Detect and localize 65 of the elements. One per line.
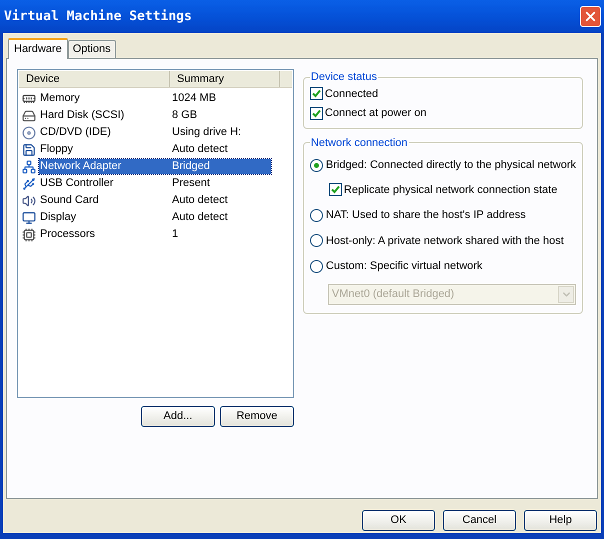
radio-label: Host-only: A private network shared with the host <box>326 234 564 248</box>
table-cell-text: Network Adapter <box>39 159 122 174</box>
close-icon <box>583 9 598 24</box>
column-header[interactable]: Summary <box>170 71 280 87</box>
hard-drive-icon <box>22 108 36 122</box>
checkbox-label: Connected <box>324 86 378 102</box>
window-title: Virtual Machine Settings <box>4 8 192 26</box>
device-row[interactable]: USB Controller Present <box>39 176 271 191</box>
close-button[interactable] <box>580 6 601 27</box>
checkbox-label: Connect at power on <box>324 106 426 121</box>
checkbox[interactable] <box>310 106 323 120</box>
table-cell-text: Present <box>172 176 210 192</box>
device-row[interactable]: CD/DVD (IDE) Using drive H: <box>39 125 271 140</box>
table-cell-text: Memory <box>39 91 81 106</box>
monitor-icon <box>22 210 36 224</box>
column-header[interactable]: Device <box>19 71 170 87</box>
group-title: Device status <box>310 70 378 85</box>
table-cell-text: Auto detect <box>172 142 228 158</box>
cancel-button[interactable]: Cancel <box>443 510 516 531</box>
tab[interactable]: Options <box>68 40 116 58</box>
checkbox[interactable] <box>328 183 342 196</box>
table-cell-text: Auto detect <box>172 193 228 208</box>
table-cell-text: Using drive H: <box>172 125 242 140</box>
table-cell-text: USB Controller <box>39 176 114 192</box>
radio-label: Custom: Specific virtual network <box>326 259 482 274</box>
processor-chip-icon <box>22 228 36 242</box>
remove-button[interactable]: Remove <box>220 406 294 427</box>
help-button[interactable]: Help <box>524 510 597 531</box>
checkbox[interactable] <box>310 87 323 100</box>
radio-button[interactable] <box>310 260 323 273</box>
radio-label: Bridged: Connected directly to the physical network <box>326 158 576 173</box>
device-row[interactable]: Display Auto detect <box>39 210 271 225</box>
device-row[interactable]: Network Adapter Bridged <box>39 159 271 174</box>
table-cell-text: 1024 MB <box>172 91 216 106</box>
add-button[interactable]: Add... <box>140 406 215 427</box>
usb-icon <box>22 176 36 190</box>
table-cell-text: 8 GB <box>172 108 198 124</box>
table-cell-text: Processors <box>39 227 96 242</box>
table-cell-text: 1 <box>172 227 178 242</box>
checkbox-label: Replicate physical network connection state <box>344 182 558 198</box>
radio-button[interactable] <box>310 208 323 222</box>
speaker-icon <box>22 194 36 208</box>
network-icon <box>22 160 36 174</box>
table-cell-text: Bridged <box>172 159 210 174</box>
device-row[interactable]: Sound Card Auto detect <box>39 193 271 208</box>
group-title: Network connection <box>310 136 409 150</box>
radio-button[interactable] <box>310 158 323 172</box>
ok-button[interactable]: OK <box>362 510 435 531</box>
radio-button[interactable] <box>310 234 323 248</box>
checkmark-icon <box>330 185 340 194</box>
table-cell-text: Auto detect <box>172 210 228 226</box>
device-row[interactable]: Memory 1024 MB <box>39 91 271 106</box>
table-cell-text: Display <box>39 210 78 226</box>
radio-label: NAT: Used to share the host's IP address <box>326 208 526 223</box>
device-row[interactable]: Floppy Auto detect <box>39 142 271 157</box>
table-cell-text: Floppy <box>39 142 74 158</box>
device-row[interactable]: Processors 1 <box>39 227 271 242</box>
disc-icon <box>22 126 36 140</box>
tab[interactable]: Hardware <box>8 38 68 59</box>
checkmark-icon <box>312 89 321 98</box>
checkmark-icon <box>312 108 321 118</box>
table-cell-text: CD/DVD (IDE) <box>39 125 112 140</box>
table-cell-text: Hard Disk (SCSI) <box>39 108 126 124</box>
table-cell-text: Sound Card <box>39 193 100 208</box>
device-row[interactable]: Hard Disk (SCSI) 8 GB <box>39 108 271 123</box>
